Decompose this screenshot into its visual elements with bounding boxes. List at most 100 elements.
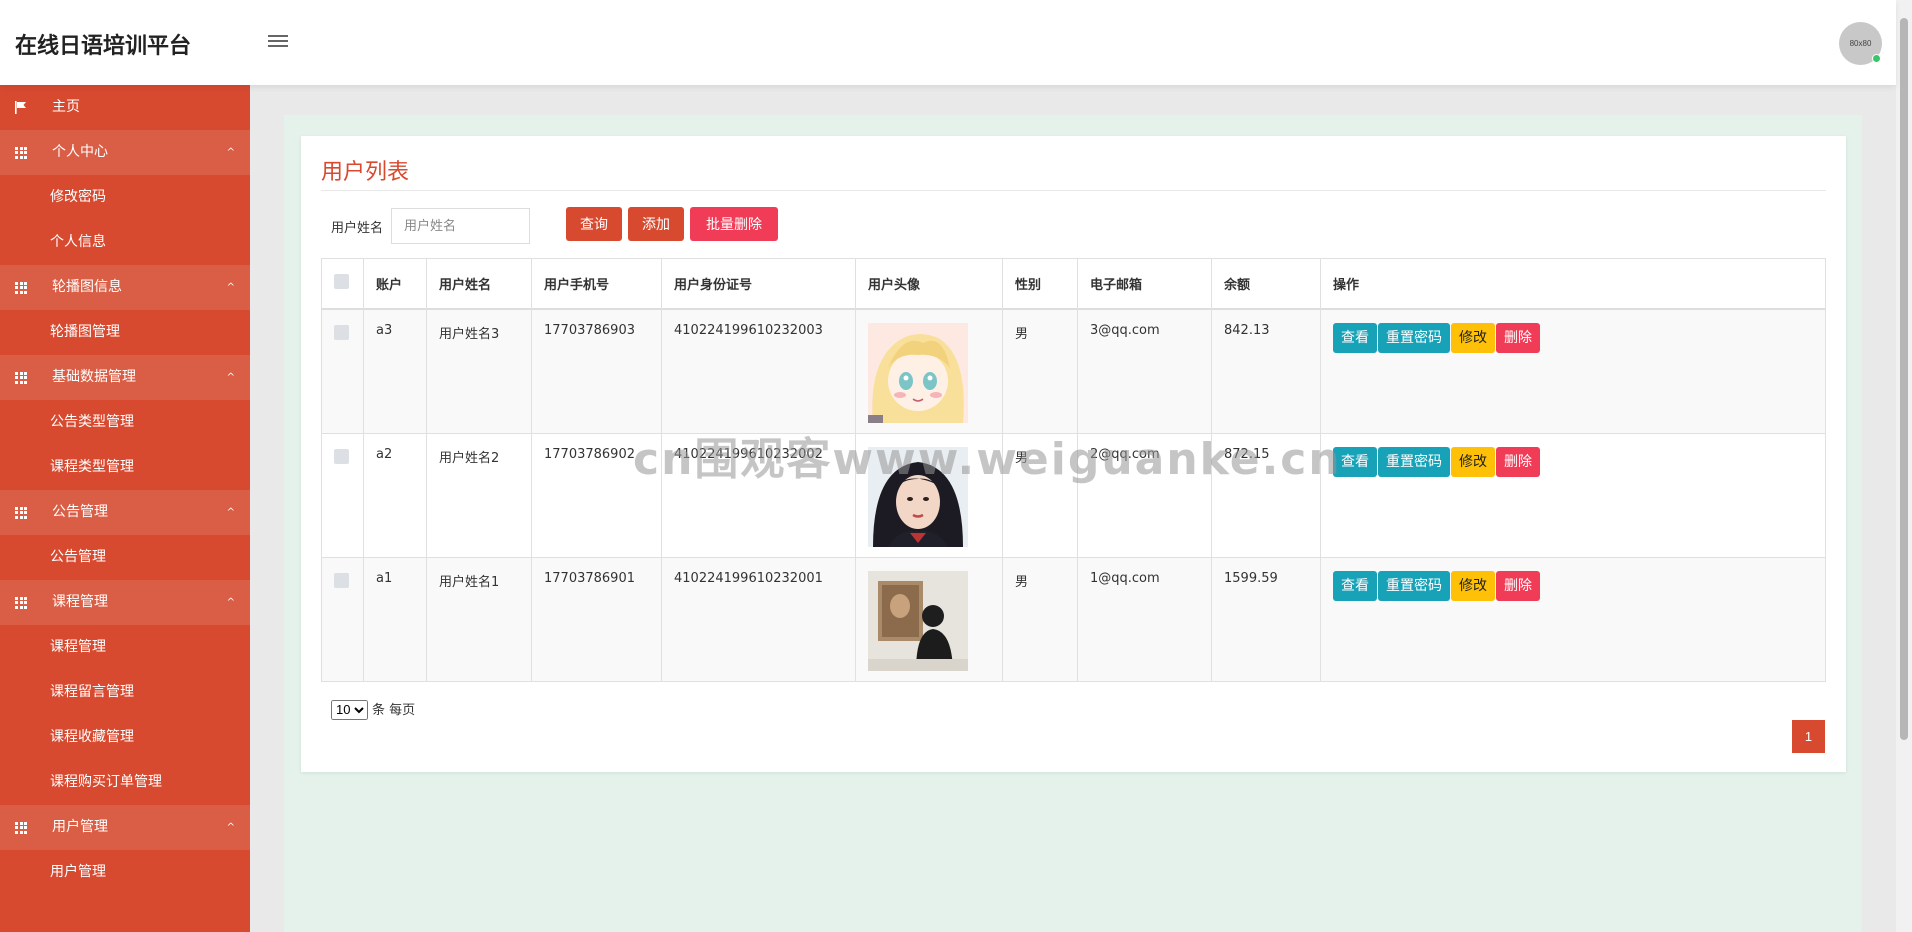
select-all-checkbox[interactable]	[334, 274, 349, 289]
sidebar-item-label: 课程留言管理	[50, 684, 134, 700]
row-checkbox[interactable]	[334, 448, 349, 464]
add-button[interactable]: 添加	[628, 207, 684, 241]
sidebar-item-label: 修改密码	[50, 189, 106, 205]
cell-name: 用户姓名3	[426, 308, 532, 434]
page-size-select[interactable]: 10	[331, 699, 368, 720]
sidebar-item-8[interactable]: 课程类型管理	[0, 445, 250, 490]
sidebar-item-label: 课程收藏管理	[50, 729, 134, 745]
edit-button[interactable]: 修改	[1451, 446, 1495, 477]
delete-button[interactable]: 删除	[1496, 570, 1540, 601]
caret-up-icon: ^	[226, 282, 235, 293]
batch-delete-button[interactable]: 批量删除	[690, 207, 778, 241]
delete-button[interactable]: 删除	[1496, 446, 1540, 477]
cell-account: a1	[363, 556, 427, 682]
cell-name: 用户姓名2	[426, 432, 532, 558]
sidebar-item-11[interactable]: 课程管理 ^	[0, 580, 250, 625]
edit-button[interactable]: 修改	[1451, 323, 1495, 353]
sidebar-item-0[interactable]: 主页	[0, 85, 250, 130]
page-title: 用户列表	[321, 160, 410, 185]
view-button[interactable]: 查看	[1333, 323, 1377, 353]
cell-phone: 17703786903	[531, 308, 662, 434]
avatar-placeholder-text: 80x80	[1849, 39, 1872, 48]
cell-actions: 查看 重置密码 修改 删除	[1320, 556, 1826, 682]
table-row: a1 用户姓名1 17703786901 410224199610232001 男 1@q…	[321, 556, 1826, 682]
cell-name: 用户姓名1	[426, 556, 532, 682]
edit-button[interactable]: 修改	[1451, 570, 1495, 601]
cell-id-card: 410224199610232003	[661, 308, 856, 434]
row-select-cell	[321, 308, 364, 434]
sidebar-item-label: 个人中心	[52, 144, 108, 160]
sidebar-item-15[interactable]: 课程购买订单管理	[0, 760, 250, 805]
sidebar-item-label: 课程管理	[52, 594, 108, 610]
sidebar-item-3[interactable]: 个人信息	[0, 220, 250, 265]
sidebar-item-14[interactable]: 课程收藏管理	[0, 715, 250, 760]
cell-account: a2	[363, 432, 427, 558]
row-select-cell	[321, 556, 364, 682]
cell-avatar	[855, 308, 1003, 434]
users-table: 账户 用户姓名 用户手机号 用户身份证号 用户头像 性别 电子邮箱 余额 操作 …	[321, 258, 1826, 682]
sidebar-item-13[interactable]: 课程留言管理	[0, 670, 250, 715]
sidebar-item-2[interactable]: 修改密码	[0, 175, 250, 220]
sidebar-item-label: 课程购买订单管理	[50, 774, 162, 790]
caret-up-icon: ^	[226, 372, 235, 383]
cell-avatar	[855, 432, 1003, 558]
sidebar-item-10[interactable]: 公告管理	[0, 535, 250, 580]
reset-password-button[interactable]: 重置密码	[1378, 446, 1450, 477]
top-header: 在线日语培训平台 80x80	[0, 0, 1896, 85]
user-avatar[interactable]: 80x80	[1839, 22, 1882, 65]
reset-password-button[interactable]: 重置密码	[1378, 570, 1450, 601]
cell-id-card: 410224199610232001	[661, 556, 856, 682]
grid-icon	[15, 265, 29, 310]
grid-icon	[15, 580, 29, 625]
table-row: a3 用户姓名3 17703786903 410224199610232003 男 3@q…	[321, 308, 1826, 434]
col-balance: 余额	[1211, 258, 1321, 310]
table-header-row: 账户 用户姓名 用户手机号 用户身份证号 用户头像 性别 电子邮箱 余额 操作	[321, 258, 1826, 310]
grid-icon	[15, 805, 29, 850]
sidebar-item-17[interactable]: 用户管理	[0, 850, 250, 895]
view-button[interactable]: 查看	[1333, 570, 1377, 601]
user-avatar-image	[868, 323, 1002, 423]
sidebar-item-7[interactable]: 公告类型管理	[0, 400, 250, 445]
sidebar-item-label: 公告管理	[50, 549, 106, 565]
cell-actions: 查看 重置密码 修改 删除	[1320, 432, 1826, 558]
col-id-card: 用户身份证号	[661, 258, 856, 310]
cell-balance: 1599.59	[1211, 556, 1321, 682]
sidebar-item-label: 基础数据管理	[52, 369, 136, 385]
row-checkbox[interactable]	[334, 572, 349, 588]
sidebar-item-label: 课程类型管理	[50, 459, 134, 475]
sidebar-item-label: 公告类型管理	[50, 414, 134, 430]
reset-password-button[interactable]: 重置密码	[1378, 323, 1450, 353]
sidebar-item-9[interactable]: 公告管理 ^	[0, 490, 250, 535]
pagination-page-1[interactable]: 1	[1792, 720, 1825, 753]
cell-balance: 872.15	[1211, 432, 1321, 558]
cell-avatar	[855, 556, 1003, 682]
sidebar-item-label: 主页	[52, 99, 80, 115]
sidebar-item-6[interactable]: 基础数据管理 ^	[0, 355, 250, 400]
query-button[interactable]: 查询	[566, 207, 622, 241]
col-email: 电子邮箱	[1077, 258, 1212, 310]
col-avatar: 用户头像	[855, 258, 1003, 310]
col-account: 账户	[363, 258, 427, 310]
cell-email: 3@qq.com	[1077, 308, 1212, 434]
sidebar-item-label: 课程管理	[50, 639, 106, 655]
cell-gender: 男	[1002, 556, 1078, 682]
row-checkbox[interactable]	[334, 325, 349, 340]
sidebar-item-16[interactable]: 用户管理 ^	[0, 805, 250, 850]
sidebar-nav: 主页 个人中心 ^ 修改密码 个人信息 轮播图信息 ^ 轮播图管理 基础数据管理 ^ 公告类型管理课…	[0, 85, 250, 932]
hamburger-menu-icon[interactable]	[268, 32, 288, 50]
flag-icon	[15, 85, 29, 130]
sidebar-item-12[interactable]: 课程管理	[0, 625, 250, 670]
col-phone: 用户手机号	[531, 258, 662, 310]
cell-email: 2@qq.com	[1077, 432, 1212, 558]
col-gender: 性别	[1002, 258, 1078, 310]
view-button[interactable]: 查看	[1333, 446, 1377, 477]
sidebar-item-5[interactable]: 轮播图管理	[0, 310, 250, 355]
caret-up-icon: ^	[226, 147, 235, 158]
sidebar-item-4[interactable]: 轮播图信息 ^	[0, 265, 250, 310]
cell-balance: 842.13	[1211, 308, 1321, 434]
delete-button[interactable]: 删除	[1496, 323, 1540, 353]
scrollbar-thumb[interactable]	[1900, 18, 1908, 740]
sidebar-item-1[interactable]: 个人中心 ^	[0, 130, 250, 175]
user-list-panel: 用户列表 用户姓名 查询 添加 批量删除 账户 用户姓名 用户手机号 用户身份证…	[301, 136, 1846, 772]
username-search-input[interactable]	[391, 208, 530, 244]
